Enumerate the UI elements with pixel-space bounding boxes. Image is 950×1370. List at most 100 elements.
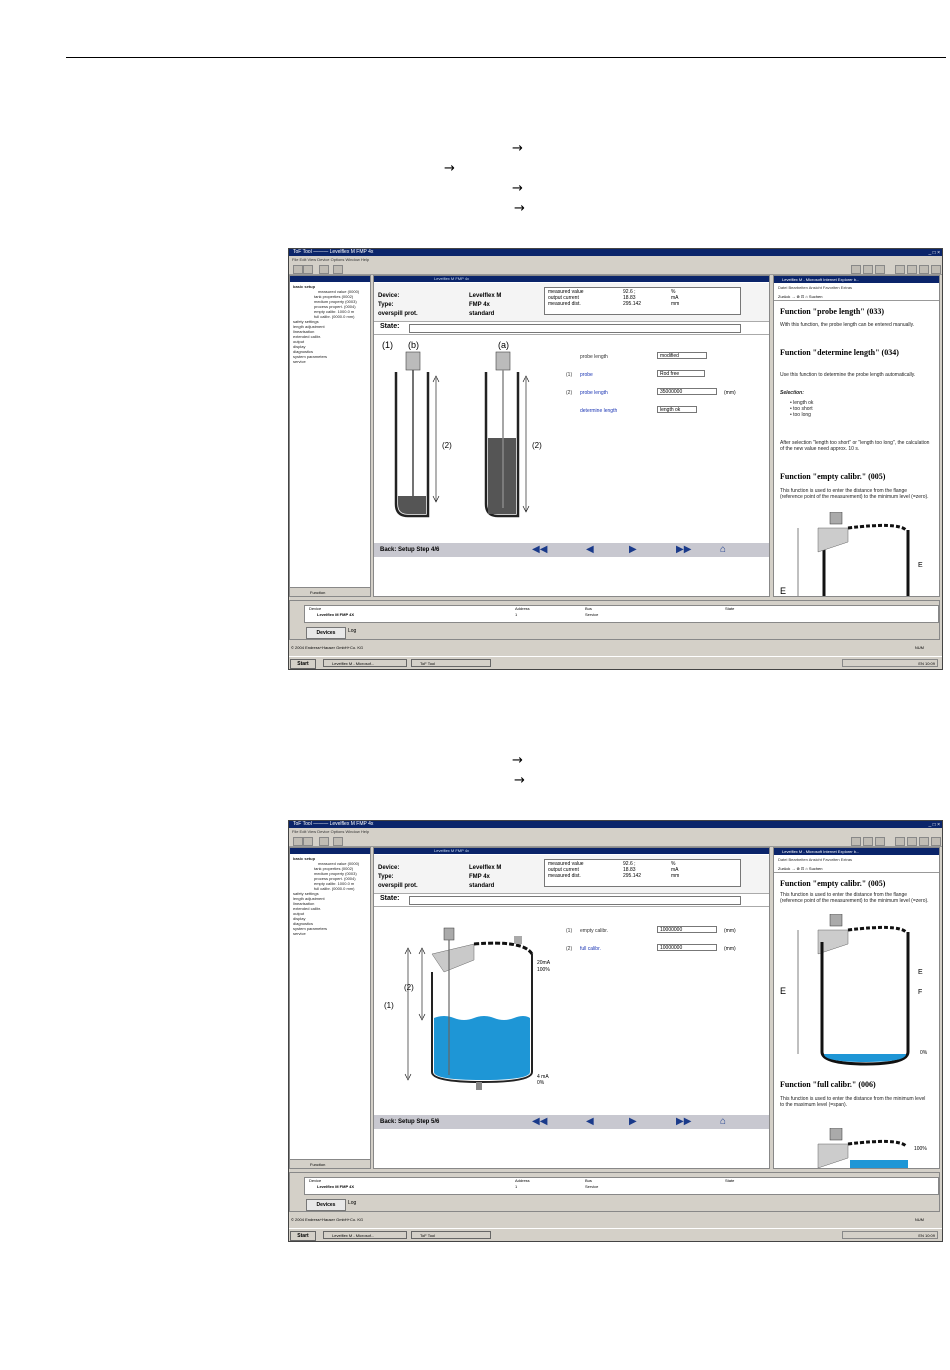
device-value: Levelflex M [469,293,502,299]
device-row[interactable]: Levelflex M FMP 4X [317,612,354,617]
task-button[interactable]: Levelflex M - Microsof... [323,659,407,667]
header-rule [66,57,946,58]
tree-item[interactable]: basic setup [293,856,315,861]
view-icon-3[interactable] [875,837,885,846]
next-step-button[interactable]: ▶ [629,1117,637,1127]
view-icon-2[interactable] [863,265,873,274]
help-menu[interactable]: Datei Bearbeiten Ansicht Favoriten Extra… [774,855,939,864]
help-heading: Function "determine length" (034) [780,348,899,357]
tab-function[interactable]: Function [290,1159,370,1168]
open-icon[interactable] [293,837,303,846]
print-icon[interactable] [319,265,329,274]
help-paragraph: Use this function to determine the probe… [780,372,916,378]
tab-log[interactable]: Log [348,1200,356,1206]
open-icon[interactable] [293,265,303,274]
help-paragraph: This function is used to enter the dista… [780,892,929,904]
hundred-pct-label: 100% [914,1146,927,1152]
prev-step-button[interactable]: ◀ [586,1117,594,1127]
first-step-button[interactable]: ◀◀ [532,1117,547,1127]
probe-length-unit: (mm) [724,390,736,396]
tab-function[interactable]: Function [290,587,370,596]
tools-icon[interactable] [907,837,917,846]
exit-icon[interactable] [931,837,941,846]
full-calibr-label: full calibr. [580,946,601,952]
exit-icon[interactable] [931,265,941,274]
help-icon[interactable] [333,837,343,846]
menu-bar[interactable]: File Edit View Device Options Window Hel… [289,828,942,835]
system-tray: EN 10:09 [842,1231,938,1239]
tree-item[interactable]: basic setup [293,284,315,289]
e-label-right: E [918,562,923,569]
save-icon[interactable] [303,837,313,846]
home-icon[interactable]: ⌂ [720,1117,726,1127]
binoculars-icon[interactable] [895,265,905,274]
back-step-label: Back: Setup Step 4/6 [380,547,440,553]
first-step-button[interactable]: ◀◀ [532,545,547,555]
taskbar: Start Levelflex M - Microsof... ToF Tool… [289,1228,942,1241]
menu-bar[interactable]: File Edit View Device Options Window Hel… [289,256,942,263]
system-tray: EN 10:09 [842,659,938,667]
function-tree: basic setup measured value (0000) tank p… [289,847,371,1169]
view-icon-3[interactable] [875,265,885,274]
help-paragraph: With this function, the probe length can… [780,322,915,328]
help-heading: Function "full calibr." (006) [780,1080,876,1089]
measured-values-box: measured value 92.6 ;% output current 18.8… [544,287,741,315]
last-step-button[interactable]: ▶▶ [676,1117,691,1127]
next-step-button[interactable]: ▶ [629,545,637,555]
zero-pct-label: 0% [920,1050,928,1056]
tree-item[interactable]: service [293,359,306,364]
view-icon[interactable] [851,265,861,274]
help-toolbar[interactable]: Zurück → ⊗ ⊡ ⌂ Suchen [774,292,939,301]
start-button[interactable]: Start [290,1231,316,1241]
full-calibr-diagram: 100% [817,1128,927,1168]
label-1: (1) [384,1001,394,1010]
label-20ma: 20mA [537,960,551,966]
task-button[interactable]: ToF Tool [411,659,491,667]
start-button[interactable]: Start [290,659,316,669]
arrow-3: → [512,181,523,196]
probe-length-label: probe length [580,390,608,396]
tree-item[interactable]: full calibr. (0000.0 mm) [314,886,354,891]
save-icon[interactable] [303,265,313,274]
help-icon[interactable] [333,265,343,274]
overspill-label: overspill prot. [378,883,418,889]
view-icon-2[interactable] [863,837,873,846]
tab-devices[interactable]: Devices [306,627,346,639]
help-titlebar: Levelflex M - Microsoft Internet Explore… [774,848,939,855]
prev-step-button[interactable]: ◀ [586,545,594,555]
help-menu[interactable]: Datei Bearbeiten Ansicht Favoriten Extra… [774,283,939,292]
f-label: F [918,989,922,996]
overspill-value: standard [469,883,495,889]
tools-icon[interactable] [907,265,917,274]
empty-calibr-unit: (mm) [724,928,736,934]
binoculars-icon[interactable] [895,837,905,846]
help-toolbar[interactable]: Zurück → ⊗ ⊡ ⌂ Suchen [774,864,939,873]
determine-length-select[interactable]: length ok [657,406,697,413]
help-browser: Levelflex M - Microsoft Internet Explore… [773,275,940,597]
question-icon[interactable] [919,837,929,846]
device-row[interactable]: Levelflex M FMP 4X [317,1184,354,1189]
view-icon[interactable] [851,837,861,846]
tab-devices[interactable]: Devices [306,1199,346,1211]
home-icon[interactable]: ⌂ [720,545,726,555]
empty-calibr-input[interactable]: 10000000 [657,926,717,933]
state-label: State: [380,323,400,330]
probe-select[interactable]: Rod free [657,370,705,377]
last-step-button[interactable]: ▶▶ [676,545,691,555]
print-icon[interactable] [319,837,329,846]
tab-log[interactable]: Log [348,628,356,634]
tree-item[interactable]: full calibr. (0000.0 mm) [314,314,354,319]
question-icon[interactable] [919,265,929,274]
task-button[interactable]: Levelflex M - Microsof... [323,1231,407,1239]
tree-item[interactable]: service [293,931,306,936]
e-label-right: E [918,969,923,976]
type-label: Type: [378,874,394,880]
device-list-panel: Device Address Bus State Levelflex M FMP… [289,600,940,640]
probe-length-mode-select[interactable]: modified [657,352,707,359]
full-calibr-input[interactable]: 10000000 [657,944,717,951]
device-info: Device: Levelflex M Type: FMP 4x overspi… [374,855,769,894]
label-2: (2) [404,983,414,992]
label-1: (1) [382,340,393,350]
probe-length-input[interactable]: 35000000 [657,388,717,395]
task-button[interactable]: ToF Tool [411,1231,491,1239]
